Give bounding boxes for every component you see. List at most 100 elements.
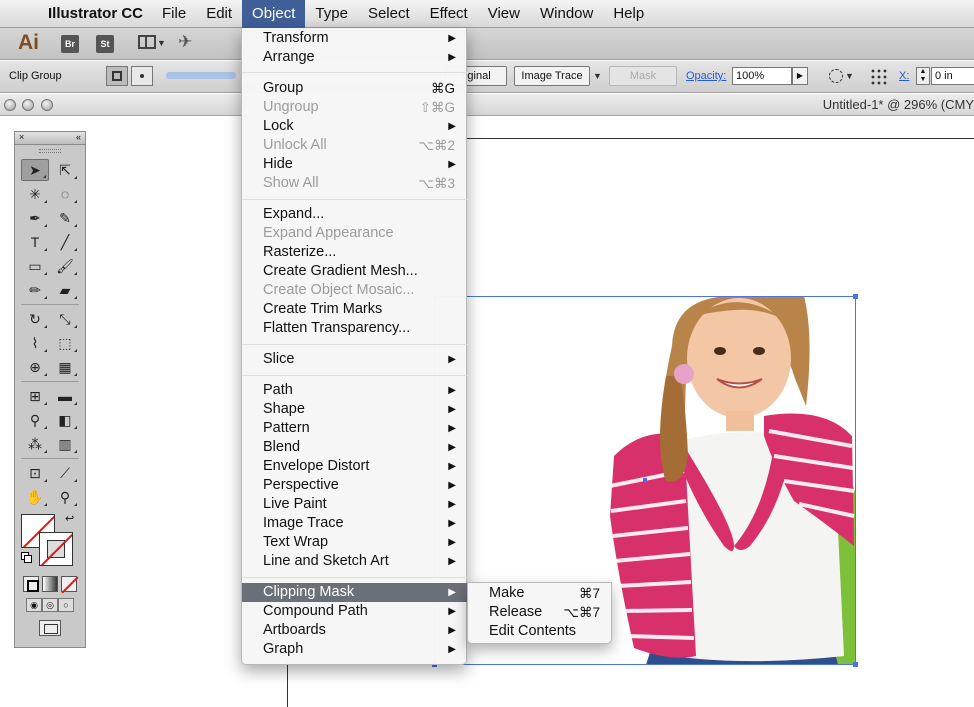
menu-item-create-gradient-mesh[interactable]: Create Gradient Mesh...: [242, 262, 468, 281]
close-window-button[interactable]: [4, 99, 16, 111]
eyedropper-tool-icon[interactable]: ⚲: [21, 409, 49, 431]
gpu-performance-icon[interactable]: ✈: [178, 32, 192, 52]
draw-normal-icon[interactable]: ◉: [26, 598, 42, 612]
scale-tool-icon[interactable]: ⤡: [51, 308, 79, 330]
mask-button[interactable]: Mask: [609, 66, 677, 86]
menu-item-expand[interactable]: Expand...: [242, 205, 468, 224]
menu-item-show-all[interactable]: Show All ⌥⌘3: [242, 174, 468, 193]
menu-edit[interactable]: Edit: [196, 0, 242, 28]
submenu-item-edit-contents[interactable]: Edit Contents: [468, 622, 613, 641]
app-name-menu[interactable]: Illustrator CC: [44, 5, 152, 22]
close-icon[interactable]: ×: [19, 132, 24, 142]
menu-item-artboards[interactable]: Artboards ▶: [242, 621, 468, 640]
image-trace-dropdown-icon[interactable]: ▼: [593, 71, 602, 81]
opacity-input[interactable]: 100%: [732, 67, 792, 85]
menu-item-shape[interactable]: Shape ▶: [242, 400, 468, 419]
color-mode-icon[interactable]: [23, 576, 39, 592]
menu-item-unlock-all[interactable]: Unlock All ⌥⌘2: [242, 136, 468, 155]
tools-panel-header[interactable]: × «: [15, 132, 85, 145]
select-similar-dropdown-icon[interactable]: ▼: [845, 71, 854, 81]
minimize-window-button[interactable]: [22, 99, 34, 111]
menu-help[interactable]: Help: [603, 0, 654, 28]
symbol-sprayer-tool-icon[interactable]: ⁂: [21, 433, 49, 455]
x-input[interactable]: 0 in: [931, 67, 974, 85]
submenu-item-make[interactable]: Make ⌘7: [468, 584, 613, 603]
reference-point-icon[interactable]: [870, 68, 888, 86]
line-tool-icon[interactable]: ╱: [51, 231, 79, 253]
x-label[interactable]: X:: [899, 70, 909, 82]
menu-item-create-object-mosaic[interactable]: Create Object Mosaic...: [242, 281, 468, 300]
width-tool-icon[interactable]: ⌇: [21, 332, 49, 354]
select-similar-icon[interactable]: [829, 69, 843, 83]
blend-tool-icon[interactable]: ◧: [51, 409, 79, 431]
collapse-icon[interactable]: «: [76, 132, 81, 142]
chevron-down-icon[interactable]: ▼: [157, 38, 166, 48]
zoom-tool-icon[interactable]: ⚲: [51, 486, 79, 508]
menu-item-live-paint[interactable]: Live Paint ▶: [242, 495, 468, 514]
menu-file[interactable]: File: [152, 0, 196, 28]
edit-clipping-path-icon[interactable]: [106, 66, 128, 86]
direct-selection-tool-icon[interactable]: ⇱: [51, 159, 79, 181]
menu-item-lock[interactable]: Lock ▶: [242, 117, 468, 136]
slice-tool-icon[interactable]: ⟋: [51, 462, 79, 484]
shape-builder-tool-icon[interactable]: ⊕: [21, 356, 49, 378]
submenu-item-release[interactable]: Release ⌥⌘7: [468, 603, 613, 622]
gradient-mode-icon[interactable]: [42, 576, 58, 592]
swap-fill-stroke-icon[interactable]: ↩: [65, 512, 74, 525]
menu-item-line-and-sketch-art[interactable]: Line and Sketch Art ▶: [242, 552, 468, 571]
stock-button[interactable]: St: [96, 35, 114, 53]
menu-object[interactable]: Object: [242, 0, 306, 28]
free-transform-tool-icon[interactable]: ⬚: [51, 332, 79, 354]
selection-tool-icon[interactable]: ➤: [21, 159, 49, 181]
hand-tool-icon[interactable]: ✋: [21, 486, 49, 508]
menu-select[interactable]: Select: [358, 0, 420, 28]
menu-item-graph[interactable]: Graph ▶: [242, 640, 468, 659]
embedded-link-label[interactable]: [166, 72, 236, 79]
menu-item-ungroup[interactable]: Ungroup ⇧⌘G: [242, 98, 468, 117]
screen-mode-icon[interactable]: [39, 620, 61, 636]
menu-item-group[interactable]: Group ⌘G: [242, 79, 468, 98]
opacity-arrow-icon[interactable]: ▶: [792, 67, 808, 85]
stroke-swatch[interactable]: [39, 532, 73, 566]
paintbrush-tool-icon[interactable]: 🖌: [51, 255, 79, 277]
menu-item-create-trim-marks[interactable]: Create Trim Marks: [242, 300, 468, 319]
default-fill-stroke-icon[interactable]: [21, 552, 33, 564]
draw-behind-icon[interactable]: ◎: [42, 598, 58, 612]
menu-item-hide[interactable]: Hide ▶: [242, 155, 468, 174]
menu-item-envelope-distort[interactable]: Envelope Distort ▶: [242, 457, 468, 476]
menu-item-path[interactable]: Path ▶: [242, 381, 468, 400]
eraser-tool-icon[interactable]: ▰: [51, 279, 79, 301]
menu-item-text-wrap[interactable]: Text Wrap ▶: [242, 533, 468, 552]
graph-tool-icon[interactable]: ▥: [51, 433, 79, 455]
menu-item-expand-appearance[interactable]: Expand Appearance: [242, 224, 468, 243]
rotate-tool-icon[interactable]: ↻: [21, 308, 49, 330]
menu-item-blend[interactable]: Blend ▶: [242, 438, 468, 457]
none-mode-icon[interactable]: [61, 576, 77, 592]
menu-type[interactable]: Type: [305, 0, 358, 28]
panel-grip[interactable]: [39, 149, 61, 153]
menu-item-slice[interactable]: Slice ▶: [242, 350, 468, 369]
menu-effect[interactable]: Effect: [420, 0, 478, 28]
bridge-button[interactable]: Br: [61, 35, 79, 53]
artboard-tool-icon[interactable]: ⊡: [21, 462, 49, 484]
menu-item-clipping-mask[interactable]: Clipping Mask ▶: [242, 583, 468, 602]
edit-contents-icon[interactable]: [131, 66, 153, 86]
menu-item-rasterize[interactable]: Rasterize...: [242, 243, 468, 262]
menu-item-flatten-transparency[interactable]: Flatten Transparency...: [242, 319, 468, 338]
menu-item-compound-path[interactable]: Compound Path ▶: [242, 602, 468, 621]
magic-wand-tool-icon[interactable]: ✳: [21, 183, 49, 205]
menu-item-pattern[interactable]: Pattern ▶: [242, 419, 468, 438]
menu-item-image-trace[interactable]: Image Trace ▶: [242, 514, 468, 533]
pencil-tool-icon[interactable]: ✏: [21, 279, 49, 301]
gradient-tool-icon[interactable]: ▬: [51, 385, 79, 407]
menu-window[interactable]: Window: [530, 0, 603, 28]
type-tool-icon[interactable]: T: [21, 231, 49, 253]
curvature-tool-icon[interactable]: ✎: [51, 207, 79, 229]
lasso-tool-icon[interactable]: ◌: [51, 183, 79, 205]
draw-inside-icon[interactable]: ○: [58, 598, 74, 612]
menu-item-perspective[interactable]: Perspective ▶: [242, 476, 468, 495]
bounding-box-handle[interactable]: [853, 294, 858, 299]
image-trace-button[interactable]: Image Trace: [514, 66, 590, 86]
zoom-window-button[interactable]: [41, 99, 53, 111]
menu-view[interactable]: View: [478, 0, 530, 28]
